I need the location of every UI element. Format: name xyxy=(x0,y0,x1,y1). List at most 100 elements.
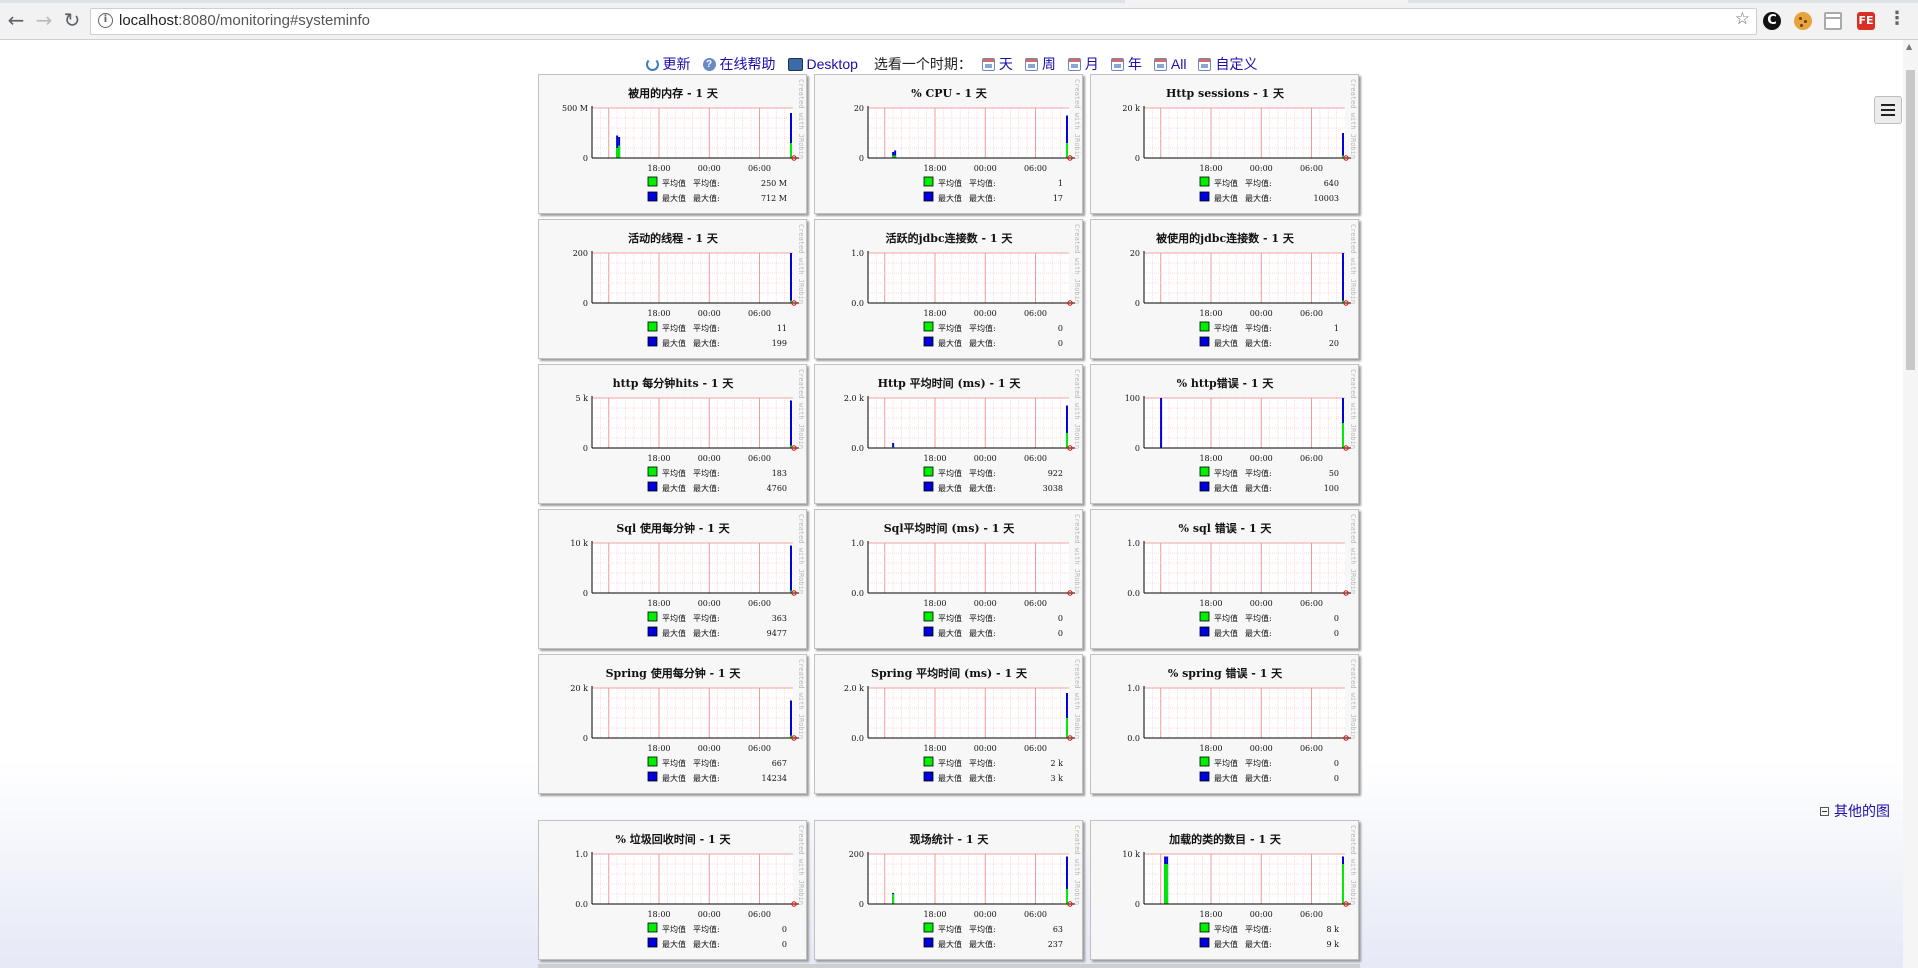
legend-avg-swatch xyxy=(1199,321,1210,332)
x-tick-label: 06:00 xyxy=(748,599,771,608)
x-tick-label: 06:00 xyxy=(1024,744,1047,753)
chart-title: 活跃的jdbc连接数 - 1 天 xyxy=(886,231,1014,245)
chart-panel[interactable]: 被使用的jdbc连接数 - 1 天 20 0 18:00 00:00 06:00 Creat… xyxy=(1090,219,1359,359)
chart-panel[interactable]: 活动的线程 - 1 天 200 0 18:00 00:00 06:00 Created wi… xyxy=(538,219,807,359)
chart-svg: % 垃圾回收时间 - 1 天 1.0 0.0 18:00 00:00 06:00 Creat… xyxy=(575,825,805,949)
calendar-icon xyxy=(981,57,995,71)
chart-title: 被使用的jdbc连接数 - 1 天 xyxy=(1156,231,1295,245)
jrobin-credit: Created with JRobin xyxy=(797,514,805,594)
site-info-icon[interactable]: i xyxy=(98,13,113,28)
chart-panel[interactable]: Spring 使用每分钟 - 1 天 20 k 0 18:00 00:00 06:00 Cr… xyxy=(538,654,807,794)
chart-panel[interactable]: 被用的内存 - 1 天 500 M 0 18:00 00:00 06:00 Created … xyxy=(538,74,807,214)
y-tick-label: 20 xyxy=(854,104,864,113)
chart-svg: 活动的线程 - 1 天 200 0 18:00 00:00 06:00 Created wi… xyxy=(573,224,805,348)
jrobin-credit: Created with JRobin xyxy=(1349,224,1357,304)
chart-panel[interactable]: Sql 使用每分钟 - 1 天 10 k 0 18:00 00:00 06:00 Creat… xyxy=(538,509,807,649)
chart-panel[interactable]: % http错误 - 1 天 100 0 18:00 00:00 06:00 Created… xyxy=(1090,364,1359,504)
legend-max-name: 最大值 xyxy=(938,628,962,638)
y-tick-label: 5 k xyxy=(576,394,589,403)
hamburger-menu-icon[interactable] xyxy=(1874,96,1902,124)
chart-panel[interactable]: % spring 错误 - 1 天 1.0 0.0 18:00 00:00 06:00 Cr… xyxy=(1090,654,1359,794)
legend-avg-name: 平均值 xyxy=(938,613,962,623)
chart-panel[interactable]: http 每分钟hits - 1 天 5 k 0 18:00 00:00 06:00 Cre… xyxy=(538,364,807,504)
browser-menu-icon[interactable]: ⋮ xyxy=(1888,10,1906,30)
address-bar[interactable]: i localhost:8080/monitoring#systeminfo ☆ xyxy=(90,8,1757,35)
legend-avg-value: 63 xyxy=(1053,925,1063,934)
scrollbar-thumb[interactable] xyxy=(1906,70,1915,370)
legend-max-swatch xyxy=(1199,937,1210,948)
period-week-label: 周 xyxy=(1041,56,1056,72)
legend-max-swatch xyxy=(923,771,934,782)
scroll-up-icon[interactable]: ▲ xyxy=(1906,42,1912,51)
legend-avg-value: 640 xyxy=(1324,179,1339,188)
y-tick-label: 200 xyxy=(849,850,864,859)
x-tick-label: 18:00 xyxy=(923,599,946,608)
chart-panel[interactable]: 活跃的jdbc连接数 - 1 天 1.0 0.0 18:00 00:00 06:00 Cre… xyxy=(814,219,1083,359)
legend-max-swatch xyxy=(1199,481,1210,492)
chart-title: 活动的线程 - 1 天 xyxy=(628,231,719,245)
legend-max-swatch xyxy=(1199,626,1210,637)
chart-panel[interactable]: % 垃圾回收时间 - 1 天 1.0 0.0 18:00 00:00 06:00 Creat… xyxy=(538,820,807,960)
refresh-link[interactable]: 更新 xyxy=(645,54,691,74)
avg-spike xyxy=(1065,889,1068,904)
reader-extension-icon[interactable] xyxy=(1824,12,1842,30)
chart-panel[interactable]: Sql平均时间 (ms) - 1 天 1.0 0.0 18:00 00:00 06:00 C… xyxy=(814,509,1083,649)
chart-panel[interactable]: 现场统计 - 1 天 200 0 18:00 00:00 06:00 Created wit… xyxy=(814,820,1083,960)
calendar-icon xyxy=(1067,57,1081,71)
max-spike xyxy=(1160,398,1163,448)
cookie-extension-icon[interactable] xyxy=(1794,12,1812,30)
chart-panel[interactable]: Http sessions - 1 天 20 k 0 18:00 00:00 06:00 C… xyxy=(1090,74,1359,214)
avg-spike xyxy=(1164,864,1167,904)
chart-panel[interactable]: Http 平均时间 (ms) - 1 天 2.0 k 0.0 18:00 00:00 06… xyxy=(814,364,1083,504)
legend-max-label: 最大值: xyxy=(693,338,720,348)
chart-panel[interactable]: % CPU - 1 天 20 0 18:00 00:00 06:00 Created wit… xyxy=(814,74,1083,214)
x-tick-label: 18:00 xyxy=(647,910,670,919)
legend-max-value: 4760 xyxy=(767,484,787,493)
y-tick-label: 0 xyxy=(583,444,588,453)
extension-c-icon[interactable]: C xyxy=(1763,12,1781,30)
chart-title: % 垃圾回收时间 - 1 天 xyxy=(616,832,732,846)
period-label: 选看一个时期： xyxy=(873,56,972,72)
chart-title: % http错误 - 1 天 xyxy=(1177,376,1275,390)
legend-max-name: 最大值 xyxy=(1214,773,1238,783)
legend-avg-swatch xyxy=(1199,756,1210,767)
period-day-link[interactable]: 天 xyxy=(981,54,1013,74)
chart-panel[interactable]: % sql 错误 - 1 天 1.0 0.0 18:00 00:00 06:00 Creat… xyxy=(1090,509,1359,649)
legend-avg-label: 平均值: xyxy=(969,468,996,478)
legend-max-swatch xyxy=(647,937,658,948)
legend-max-swatch xyxy=(923,937,934,948)
legend-avg-label: 平均值: xyxy=(1245,613,1272,623)
other-charts-toggle[interactable]: 其他的图 xyxy=(1820,801,1890,821)
back-icon[interactable]: ← xyxy=(2,6,30,34)
period-month-link[interactable]: 月 xyxy=(1067,54,1099,74)
period-custom-link[interactable]: 自定义 xyxy=(1198,54,1257,74)
y-tick-label: 10 k xyxy=(570,539,588,548)
page-scrollbar[interactable]: ▲ xyxy=(1903,40,1918,968)
url-text[interactable]: localhost:8080/monitoring#systeminfo xyxy=(119,12,370,29)
legend-max-value: 0 xyxy=(1334,629,1339,638)
x-tick-label: 18:00 xyxy=(923,910,946,919)
chart-svg: Spring 使用每分钟 - 1 天 20 k 0 18:00 00:00 06:00 Cr… xyxy=(570,659,805,783)
legend-max-swatch xyxy=(647,336,658,347)
reload-icon[interactable]: ↻ xyxy=(58,6,86,34)
chart-panel[interactable]: Spring 平均时间 (ms) - 1 天 2.0 k 0.0 18:00 00:00… xyxy=(814,654,1083,794)
period-all-link[interactable]: All xyxy=(1153,56,1186,72)
chart-title: 被用的内存 - 1 天 xyxy=(628,86,719,100)
help-link[interactable]: ? 在线帮助 xyxy=(702,54,776,74)
legend-avg-value: 250 M xyxy=(761,179,787,188)
period-week-link[interactable]: 周 xyxy=(1024,54,1056,74)
desktop-link[interactable]: Desktop xyxy=(787,56,858,72)
fe-extension-icon[interactable]: FE xyxy=(1857,12,1875,30)
forward-icon[interactable]: → xyxy=(30,6,58,34)
legend-max-name: 最大值 xyxy=(1214,628,1238,638)
chart-panel[interactable]: 加载的类的数目 - 1 天 10 k 0 18:00 00:00 06:00 Created… xyxy=(1090,820,1359,960)
bookmark-star-icon[interactable]: ☆ xyxy=(1735,9,1750,29)
chart-title: Http 平均时间 (ms) - 1 天 xyxy=(878,376,1022,390)
legend-avg-label: 平均值: xyxy=(969,758,996,768)
x-tick-label: 18:00 xyxy=(647,599,670,608)
x-tick-label: 00:00 xyxy=(1250,454,1273,463)
chart-title: 加载的类的数目 - 1 天 xyxy=(1168,832,1282,846)
legend-max-name: 最大值 xyxy=(1214,483,1238,493)
y-tick-label: 1.0 xyxy=(1127,684,1140,693)
period-year-link[interactable]: 年 xyxy=(1110,54,1142,74)
